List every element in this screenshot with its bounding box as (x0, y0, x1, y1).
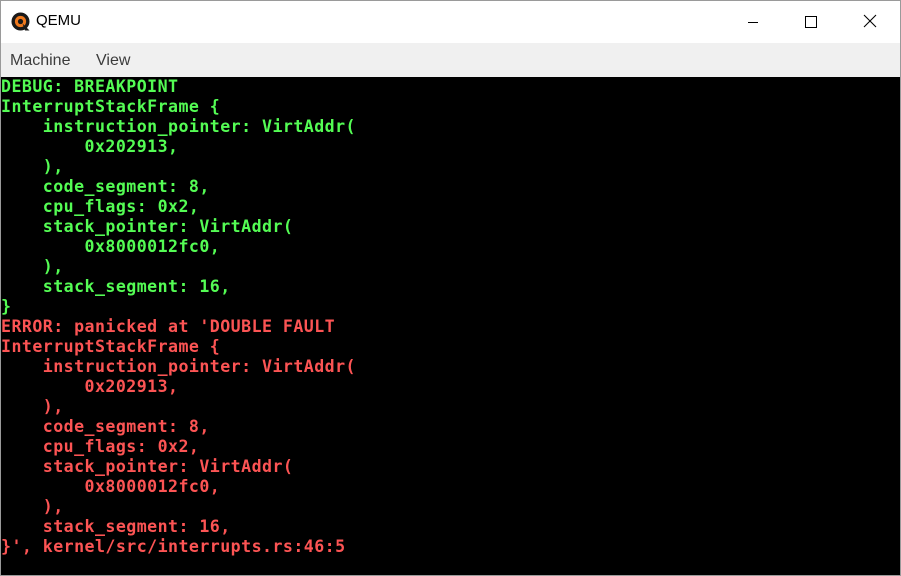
close-icon (863, 13, 877, 32)
console-line: } (1, 297, 12, 316)
qemu-logo-icon (11, 12, 30, 31)
menu-machine[interactable]: Machine (10, 52, 70, 70)
minimize-icon (747, 13, 759, 32)
console-line: InterruptStackFrame { (1, 337, 221, 356)
console-line: InterruptStackFrame { (1, 97, 221, 116)
console-line: 0x8000012fc0, (1, 237, 221, 256)
console-line: stack_pointer: VirtAddr( (1, 217, 294, 236)
console-line: 0x202913, (1, 137, 179, 156)
menu-view[interactable]: View (96, 52, 130, 70)
console-output: DEBUG: BREAKPOINT InterruptStackFrame { i… (1, 77, 356, 557)
console-line: stack_segment: 16, (1, 517, 231, 536)
title-bar[interactable]: QEMU (1, 1, 900, 43)
console-line: cpu_flags: 0x2, (1, 197, 200, 216)
menu-bar: Machine View (1, 43, 900, 77)
console-line: stack_segment: 16, (1, 277, 231, 296)
minimize-button[interactable] (724, 1, 782, 43)
console-line: cpu_flags: 0x2, (1, 437, 200, 456)
console-line: ), (1, 397, 64, 416)
console-line: code_segment: 8, (1, 417, 210, 436)
vm-display[interactable]: DEBUG: BREAKPOINT InterruptStackFrame { i… (1, 77, 900, 575)
console-line: DEBUG: BREAKPOINT (1, 77, 179, 96)
console-line: }', kernel/src/interrupts.rs:46:5 (1, 537, 346, 556)
console-line: ), (1, 257, 64, 276)
console-line: 0x8000012fc0, (1, 477, 221, 496)
console-line: 0x202913, (1, 377, 179, 396)
console-line: instruction_pointer: VirtAddr( (1, 117, 356, 136)
qemu-window: QEMU Machine View DEBUG: BREAKPOINT Inter… (0, 0, 901, 576)
maximize-button[interactable] (782, 1, 840, 43)
close-button[interactable] (841, 1, 899, 43)
window-title: QEMU (36, 12, 81, 29)
maximize-icon (805, 13, 817, 32)
console-line: stack_pointer: VirtAddr( (1, 457, 294, 476)
console-line: ERROR: panicked at 'DOUBLE FAULT (1, 317, 336, 336)
console-line: code_segment: 8, (1, 177, 210, 196)
console-line: ), (1, 157, 64, 176)
console-line: instruction_pointer: VirtAddr( (1, 357, 356, 376)
console-line: ), (1, 497, 64, 516)
